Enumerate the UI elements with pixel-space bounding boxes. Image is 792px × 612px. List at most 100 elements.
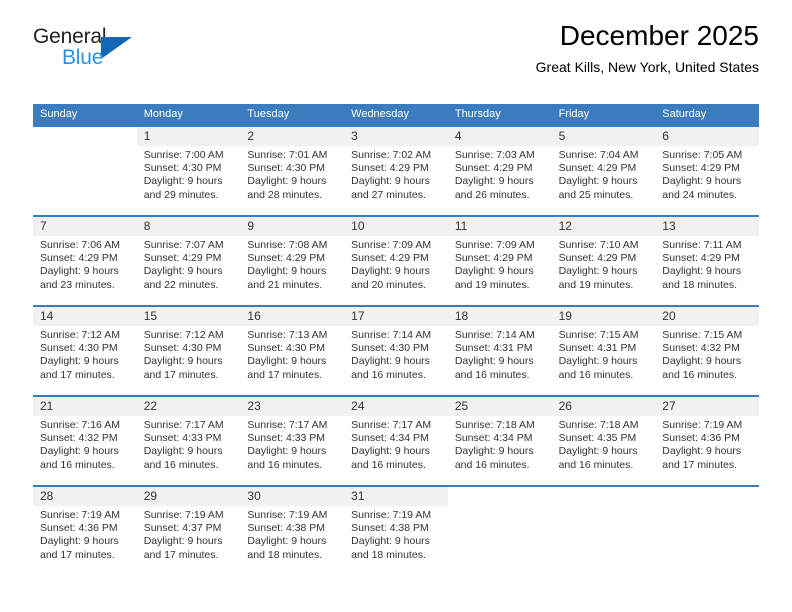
day-cell[interactable]: 30 Sunrise: 7:19 AM Sunset: 4:38 PM Dayligh… (240, 487, 345, 575)
daylight-text-line1: Daylight: 9 hours (558, 265, 638, 278)
day-details: Sunrise: 7:19 AM Sunset: 4:36 PM Daylight:… (655, 416, 759, 472)
day-cell[interactable]: 27 Sunrise: 7:19 AM Sunset: 4:36 PM Dayligh… (655, 397, 759, 485)
day-cell[interactable]: 6 Sunrise: 7:05 AM Sunset: 4:29 PM Daylight… (655, 127, 759, 215)
day-cell[interactable]: 4 Sunrise: 7:03 AM Sunset: 4:29 PM Daylight… (447, 127, 552, 215)
day-details: Sunrise: 7:19 AM Sunset: 4:36 PM Daylight:… (33, 506, 137, 562)
day-cell[interactable]: 20 Sunrise: 7:15 AM Sunset: 4:32 PM Dayligh… (655, 307, 759, 395)
sunset-text: Sunset: 4:32 PM (40, 432, 118, 445)
day-cell-empty (655, 487, 759, 575)
day-details: Sunrise: 7:03 AM Sunset: 4:29 PM Daylight:… (448, 146, 552, 202)
day-cell[interactable]: 5 Sunrise: 7:04 AM Sunset: 4:29 PM Daylight… (551, 127, 656, 215)
day-details: Sunrise: 7:18 AM Sunset: 4:34 PM Daylight:… (448, 416, 552, 472)
day-cell[interactable]: 18 Sunrise: 7:14 AM Sunset: 4:31 PM Dayligh… (447, 307, 552, 395)
day-cell[interactable]: 8 Sunrise: 7:07 AM Sunset: 4:29 PM Daylight… (136, 217, 241, 305)
sunset-text: Sunset: 4:34 PM (454, 432, 533, 445)
day-cell[interactable]: 10 Sunrise: 7:09 AM Sunset: 4:29 PM Dayligh… (344, 217, 448, 305)
day-details: Sunrise: 7:15 AM Sunset: 4:32 PM Daylight:… (655, 326, 759, 382)
calendar-week-row: 1 Sunrise: 7:00 AM Sunset: 4:30 PM Daylight… (33, 125, 759, 215)
day-number: 22 (143, 399, 158, 413)
sunset-text: Sunset: 4:36 PM (662, 432, 740, 445)
day-details: Sunrise: 7:12 AM Sunset: 4:30 PM Daylight:… (33, 326, 137, 382)
day-number-band: 18 (447, 307, 552, 326)
day-cell[interactable]: 9 Sunrise: 7:08 AM Sunset: 4:29 PM Daylight… (240, 217, 345, 305)
day-details: Sunrise: 7:17 AM Sunset: 4:33 PM Daylight:… (240, 416, 344, 472)
day-details: Sunrise: 7:09 AM Sunset: 4:29 PM Daylight:… (344, 236, 448, 292)
day-number-band: 1 (136, 127, 241, 146)
day-cell[interactable]: 17 Sunrise: 7:14 AM Sunset: 4:30 PM Dayligh… (344, 307, 448, 395)
day-details: Sunrise: 7:18 AM Sunset: 4:35 PM Daylight:… (552, 416, 656, 472)
day-cell[interactable]: 23 Sunrise: 7:17 AM Sunset: 4:33 PM Dayligh… (240, 397, 345, 485)
title-block: December 2025 Great Kills, New York, Uni… (536, 19, 759, 76)
day-details: Sunrise: 7:09 AM Sunset: 4:29 PM Daylight:… (448, 236, 552, 292)
day-details: Sunrise: 7:02 AM Sunset: 4:29 PM Daylight:… (344, 146, 448, 202)
daylight-text-line2: and 17 minutes. (143, 548, 219, 561)
day-number-band: 14 (33, 307, 137, 326)
daylight-text-line2: and 25 minutes. (558, 188, 634, 201)
day-number: 15 (143, 309, 158, 323)
day-number-band (655, 487, 759, 506)
sunset-text: Sunset: 4:29 PM (454, 162, 533, 175)
day-number-band: 16 (240, 307, 345, 326)
sunset-text: Sunset: 4:29 PM (558, 162, 637, 175)
day-number-band: 21 (33, 397, 137, 416)
day-number-band: 17 (344, 307, 448, 326)
sunset-text: Sunset: 4:30 PM (143, 162, 222, 175)
sunset-text: Sunset: 4:33 PM (143, 432, 222, 445)
daylight-text-line1: Daylight: 9 hours (351, 355, 430, 368)
day-cell[interactable]: 25 Sunrise: 7:18 AM Sunset: 4:34 PM Dayligh… (447, 397, 552, 485)
daylight-text-line2: and 17 minutes. (247, 368, 323, 381)
weekday-header-tuesday: Tuesday (247, 108, 290, 120)
day-cell[interactable]: 31 Sunrise: 7:19 AM Sunset: 4:38 PM Dayligh… (344, 487, 448, 575)
day-cell[interactable]: 28 Sunrise: 7:19 AM Sunset: 4:36 PM Dayligh… (33, 487, 137, 575)
sunset-text: Sunset: 4:30 PM (247, 342, 326, 355)
day-cell[interactable]: 21 Sunrise: 7:16 AM Sunset: 4:32 PM Dayligh… (33, 397, 137, 485)
day-number-band: 6 (655, 127, 759, 146)
daylight-text-line1: Daylight: 9 hours (351, 265, 430, 278)
daylight-text-line1: Daylight: 9 hours (40, 355, 119, 368)
day-cell[interactable]: 15 Sunrise: 7:12 AM Sunset: 4:30 PM Dayligh… (136, 307, 241, 395)
sunrise-text: Sunrise: 7:08 AM (247, 239, 328, 251)
day-cell[interactable]: 2 Sunrise: 7:01 AM Sunset: 4:30 PM Daylight… (240, 127, 345, 215)
daylight-text-line2: and 20 minutes. (351, 278, 426, 291)
day-cell[interactable]: 1 Sunrise: 7:00 AM Sunset: 4:30 PM Daylight… (136, 127, 241, 215)
day-cell[interactable]: 29 Sunrise: 7:19 AM Sunset: 4:37 PM Dayligh… (136, 487, 241, 575)
day-cell[interactable]: 11 Sunrise: 7:09 AM Sunset: 4:29 PM Dayligh… (447, 217, 552, 305)
day-cell[interactable]: 22 Sunrise: 7:17 AM Sunset: 4:33 PM Dayligh… (136, 397, 241, 485)
daylight-text-line2: and 18 minutes. (351, 548, 426, 561)
day-number: 2 (247, 129, 255, 143)
sunrise-text: Sunrise: 7:06 AM (40, 239, 120, 251)
daylight-text-line1: Daylight: 9 hours (454, 355, 534, 368)
day-cell[interactable]: 24 Sunrise: 7:17 AM Sunset: 4:34 PM Dayligh… (344, 397, 448, 485)
sunrise-text: Sunrise: 7:19 AM (662, 419, 743, 431)
day-cell[interactable]: 12 Sunrise: 7:10 AM Sunset: 4:29 PM Dayligh… (551, 217, 656, 305)
day-cell[interactable]: 14 Sunrise: 7:12 AM Sunset: 4:30 PM Dayligh… (33, 307, 137, 395)
daylight-text-line1: Daylight: 9 hours (351, 175, 430, 188)
day-details: Sunrise: 7:10 AM Sunset: 4:29 PM Daylight:… (552, 236, 656, 292)
day-number: 13 (662, 219, 676, 233)
daylight-text-line1: Daylight: 9 hours (247, 535, 327, 548)
daylight-text-line1: Daylight: 9 hours (143, 355, 223, 368)
day-cell[interactable]: 3 Sunrise: 7:02 AM Sunset: 4:29 PM Daylight… (344, 127, 448, 215)
brand-logo[interactable]: General Blue (33, 26, 163, 72)
day-number: 28 (40, 489, 54, 503)
weekday-header-wednesday: Wednesday (351, 108, 410, 120)
day-number: 24 (351, 399, 365, 413)
day-number-band: 5 (551, 127, 656, 146)
daylight-text-line1: Daylight: 9 hours (143, 175, 223, 188)
daylight-text-line2: and 21 minutes. (247, 278, 323, 291)
day-number-band: 19 (551, 307, 656, 326)
day-number: 21 (40, 399, 54, 413)
day-cell[interactable]: 7 Sunrise: 7:06 AM Sunset: 4:29 PM Daylight… (33, 217, 137, 305)
day-details: Sunrise: 7:11 AM Sunset: 4:29 PM Daylight:… (655, 236, 759, 292)
day-number: 19 (558, 309, 572, 323)
day-cell[interactable]: 16 Sunrise: 7:13 AM Sunset: 4:30 PM Dayligh… (240, 307, 345, 395)
sunrise-text: Sunrise: 7:01 AM (247, 149, 328, 161)
calendar-week-row: 14 Sunrise: 7:12 AM Sunset: 4:30 PM Dayligh… (33, 305, 759, 395)
day-cell[interactable]: 13 Sunrise: 7:11 AM Sunset: 4:29 PM Dayligh… (655, 217, 759, 305)
weekday-header-monday: Monday (143, 108, 183, 120)
day-number-band: 29 (136, 487, 241, 506)
day-cell[interactable]: 26 Sunrise: 7:18 AM Sunset: 4:35 PM Dayligh… (551, 397, 656, 485)
page-title: December 2025 (559, 20, 759, 51)
daylight-text-line2: and 18 minutes. (662, 278, 737, 291)
day-cell[interactable]: 19 Sunrise: 7:15 AM Sunset: 4:31 PM Dayligh… (551, 307, 656, 395)
